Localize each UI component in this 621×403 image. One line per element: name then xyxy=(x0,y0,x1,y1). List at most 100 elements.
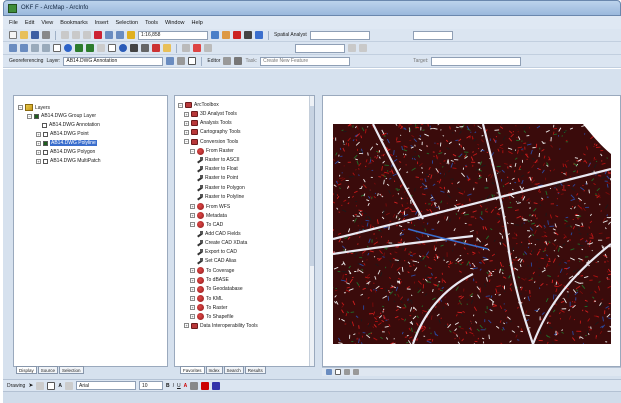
arctoolbox-icon[interactable] xyxy=(222,31,230,39)
toolbox-scrollbar[interactable] xyxy=(309,96,314,366)
font-dropdown[interactable]: Arial xyxy=(76,381,136,390)
rotate-element-icon[interactable] xyxy=(36,381,45,390)
undo-icon[interactable] xyxy=(105,31,113,39)
toolbox-item[interactable]: Raster to Polyline xyxy=(196,193,244,200)
toolbox-item[interactable]: Raster to Polygon xyxy=(196,184,245,191)
effects-layer-dropdown[interactable] xyxy=(295,43,345,53)
toc-layer-item[interactable]: AB14.DWG Annotation xyxy=(42,122,100,128)
map-scale-dropdown[interactable]: 1:16,858 xyxy=(138,30,208,40)
menu-bookmarks[interactable]: Bookmarks xyxy=(60,20,88,26)
target-dropdown[interactable] xyxy=(431,56,522,66)
toolbox-item[interactable]: + To Coverage xyxy=(190,267,234,275)
redo-icon[interactable] xyxy=(116,31,124,39)
toolbox-item[interactable]: + To Shapefile xyxy=(190,313,234,321)
view-link-table-icon[interactable] xyxy=(188,57,197,65)
toolbox-item[interactable]: + From WFS xyxy=(190,203,230,210)
toolbox-item[interactable]: Export to CAD xyxy=(196,249,237,255)
back-extent-icon[interactable] xyxy=(75,44,83,52)
toc-group-layer[interactable]: − AB14.DWG Group Layer xyxy=(27,113,96,119)
edit-tool-icon[interactable] xyxy=(223,57,232,65)
fill-color-icon[interactable] xyxy=(190,381,199,390)
toolbox-item[interactable]: + To dBASE xyxy=(190,276,229,284)
new-icon[interactable] xyxy=(9,31,17,39)
toc-layer-item[interactable]: + AB14.DWG Polyline xyxy=(36,140,97,146)
open-icon[interactable] xyxy=(20,31,28,39)
refresh-icon[interactable] xyxy=(344,369,350,375)
expand-icon[interactable]: + xyxy=(190,314,195,320)
select-elements-arrow-icon[interactable]: ➤ xyxy=(28,382,33,389)
layer-checkbox[interactable] xyxy=(43,149,48,155)
expand-icon[interactable]: + xyxy=(190,268,195,274)
bold-icon[interactable]: B xyxy=(166,383,170,389)
expand-icon[interactable]: + xyxy=(36,131,41,137)
collapse-icon[interactable]: − xyxy=(18,105,23,110)
tab-favorites[interactable]: Favorites xyxy=(180,366,205,374)
toolbox-item[interactable]: − To CAD xyxy=(190,221,223,229)
drawing-menu[interactable]: Drawing xyxy=(7,383,25,389)
menu-window[interactable]: Window xyxy=(165,20,185,26)
swipe-icon[interactable] xyxy=(163,44,171,52)
scrollbar-thumb[interactable] xyxy=(310,106,314,266)
tab-display[interactable]: Display xyxy=(16,366,37,374)
add-control-points-icon[interactable] xyxy=(177,57,186,65)
expand-icon[interactable]: + xyxy=(190,296,195,301)
map-canvas[interactable] xyxy=(333,124,611,344)
data-view-icon[interactable] xyxy=(326,369,332,375)
menu-insert[interactable]: Insert xyxy=(95,20,109,26)
effects-icon[interactable] xyxy=(204,44,212,52)
toolbox-item[interactable]: Raster to ASCII xyxy=(196,157,239,163)
menu-view[interactable]: View xyxy=(41,20,53,26)
sketch-tool-icon[interactable] xyxy=(234,57,243,65)
layer-checkbox[interactable] xyxy=(43,158,48,164)
expand-icon[interactable]: + xyxy=(36,140,41,146)
menu-tools[interactable]: Tools xyxy=(145,20,158,26)
collapse-icon[interactable]: − xyxy=(190,222,195,228)
full-extent-icon[interactable] xyxy=(64,44,72,52)
font-size-dropdown[interactable]: 10 xyxy=(139,381,163,390)
marker-color-icon[interactable] xyxy=(212,381,221,390)
tab-selection[interactable]: Selection xyxy=(59,366,84,374)
italic-icon[interactable]: I xyxy=(173,383,174,389)
hyperlink-icon[interactable] xyxy=(152,44,160,52)
expand-icon[interactable]: + xyxy=(184,111,189,117)
collapse-icon[interactable]: − xyxy=(178,102,183,108)
collapse-icon[interactable]: − xyxy=(27,113,32,119)
layer-checkbox[interactable] xyxy=(42,122,47,128)
toolbox-item[interactable]: + To Geodatabase xyxy=(190,285,243,293)
rectangle-icon[interactable] xyxy=(47,381,56,390)
editor-toolbar-icon[interactable] xyxy=(211,31,219,39)
toolbox-item[interactable]: Raster to Float xyxy=(196,166,238,172)
georef-link-icon[interactable] xyxy=(193,44,201,52)
line-color-icon[interactable] xyxy=(201,381,210,390)
expand-icon[interactable]: + xyxy=(190,213,195,219)
toolbox-root[interactable]: − ArcToolbox xyxy=(178,102,219,108)
toolbox-item[interactable]: + Metadata xyxy=(190,212,227,220)
forward-extent-icon[interactable] xyxy=(86,44,94,52)
toolbox-item[interactable]: + Analysis Tools xyxy=(184,120,232,127)
save-icon[interactable] xyxy=(31,31,39,39)
toolbox-item[interactable]: − Conversion Tools xyxy=(184,138,238,145)
find-icon[interactable] xyxy=(130,44,138,52)
delete-icon[interactable] xyxy=(94,31,102,39)
text-tool-icon[interactable]: A xyxy=(58,383,62,389)
print-icon[interactable] xyxy=(42,31,50,39)
add-data-icon[interactable] xyxy=(127,31,135,39)
identify-icon[interactable] xyxy=(119,44,127,52)
rotate-icon[interactable] xyxy=(166,57,175,65)
expand-icon[interactable]: + xyxy=(36,158,41,164)
tab-results[interactable]: Results xyxy=(244,366,266,374)
contrast-icon[interactable] xyxy=(348,44,356,52)
expand-icon[interactable]: + xyxy=(190,286,195,292)
whats-this-icon[interactable] xyxy=(255,31,263,39)
toc-root[interactable]: − Layers xyxy=(18,104,50,111)
command-line-icon[interactable] xyxy=(244,31,252,39)
layer-checkbox[interactable] xyxy=(43,131,48,137)
expand-icon[interactable]: + xyxy=(190,277,195,283)
georeferencing-menu[interactable]: Georeferencing xyxy=(9,58,43,64)
toolbox-item[interactable]: + To KML xyxy=(190,295,223,302)
menu-help[interactable]: Help xyxy=(192,20,203,26)
layer-checkbox[interactable] xyxy=(43,140,48,146)
collapse-icon[interactable]: − xyxy=(190,148,195,154)
select-features-icon[interactable] xyxy=(97,44,105,52)
group-layer-checkbox[interactable] xyxy=(34,113,39,119)
